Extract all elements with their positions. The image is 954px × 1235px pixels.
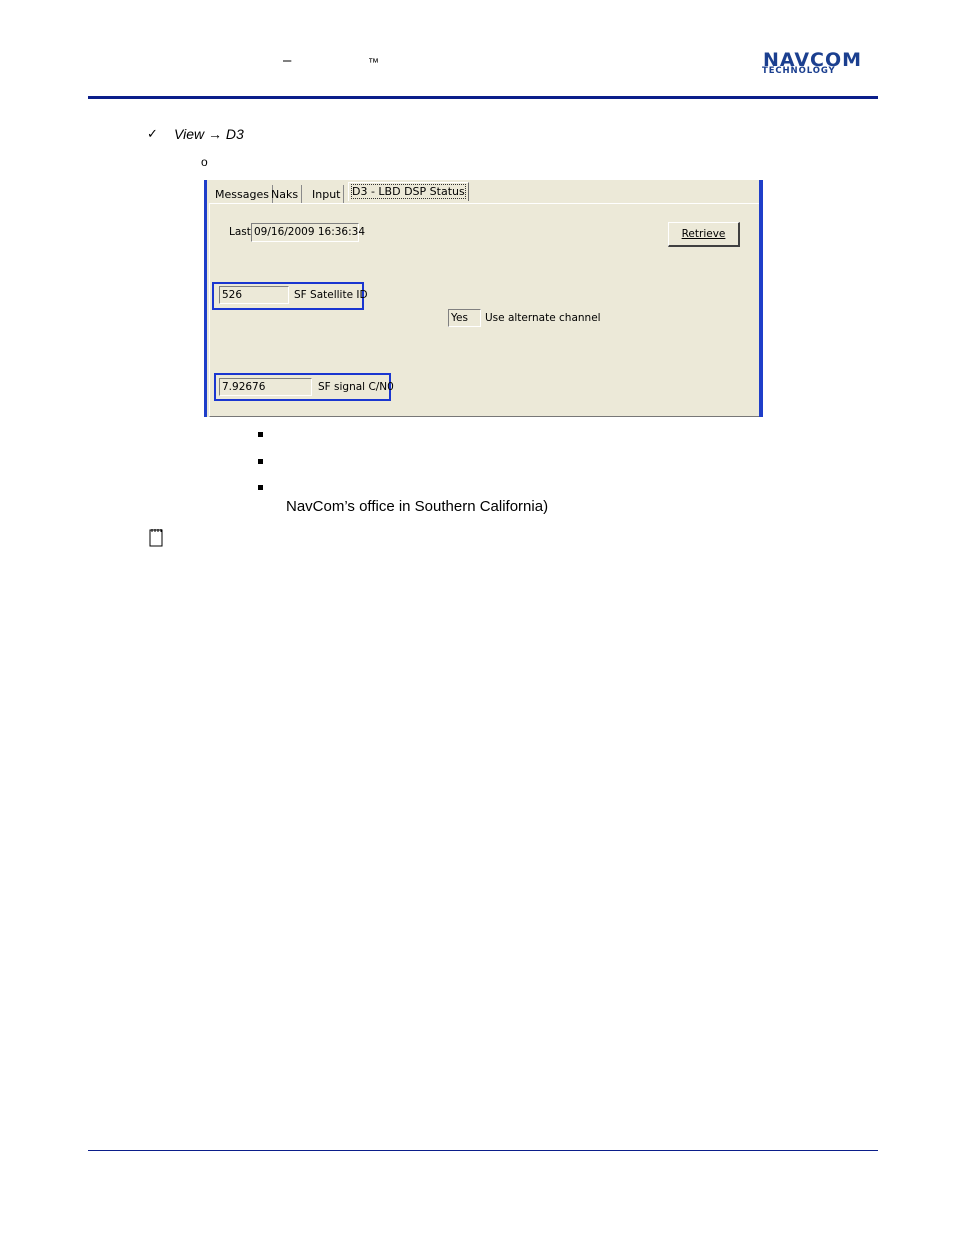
- cn0-field: 7.92676: [219, 378, 312, 396]
- tab-label: Naks: [271, 188, 299, 201]
- tab-label: Messages: [215, 188, 269, 201]
- bullet-continuation-text: NavCom’s office in Southern California): [286, 498, 549, 515]
- tab-naks[interactable]: Naks: [268, 185, 303, 203]
- menu-path-text: View → D3: [174, 126, 244, 142]
- square-bullet-icon: [258, 485, 263, 490]
- tab-label: Input: [312, 188, 341, 201]
- alternate-channel-label: Use alternate channel: [485, 312, 601, 324]
- square-bullet-icon: [258, 432, 263, 437]
- alternate-channel-field: Yes: [448, 309, 481, 327]
- square-bullet-icon: [258, 459, 263, 464]
- screenshot-right-edge: [759, 180, 763, 417]
- tab-label: D3 - LBD DSP Status: [351, 184, 466, 199]
- navcom-logo: NAVCOM TECHNOLOGY: [760, 51, 882, 79]
- tab-messages[interactable]: Messages: [212, 185, 273, 203]
- last-timestamp-field: 09/16/2009 16:36:34: [251, 223, 365, 242]
- footer-rule: [88, 1150, 878, 1151]
- checkmark-icon: ✓: [147, 126, 158, 141]
- header-dash: –: [283, 52, 292, 69]
- trademark-symbol: ™: [368, 57, 379, 69]
- circle-bullet-icon: o: [201, 155, 208, 169]
- satellite-id-field: 526: [219, 286, 289, 304]
- satellite-id-label: SF Satellite ID: [294, 289, 368, 301]
- retrieve-button[interactable]: Retrieve: [668, 222, 740, 247]
- cn0-label: SF signal C/N0: [318, 381, 394, 393]
- retrieve-button-label: Retrieve: [681, 228, 726, 240]
- logo-subtitle: TECHNOLOGY: [762, 66, 836, 76]
- header-rule: [88, 96, 878, 99]
- tab-input[interactable]: Input: [309, 185, 345, 203]
- screenshot-left-edge: [204, 180, 207, 417]
- note-icon: [149, 529, 163, 547]
- tab-d3-lbd-dsp-status[interactable]: D3 - LBD DSP Status: [348, 182, 469, 201]
